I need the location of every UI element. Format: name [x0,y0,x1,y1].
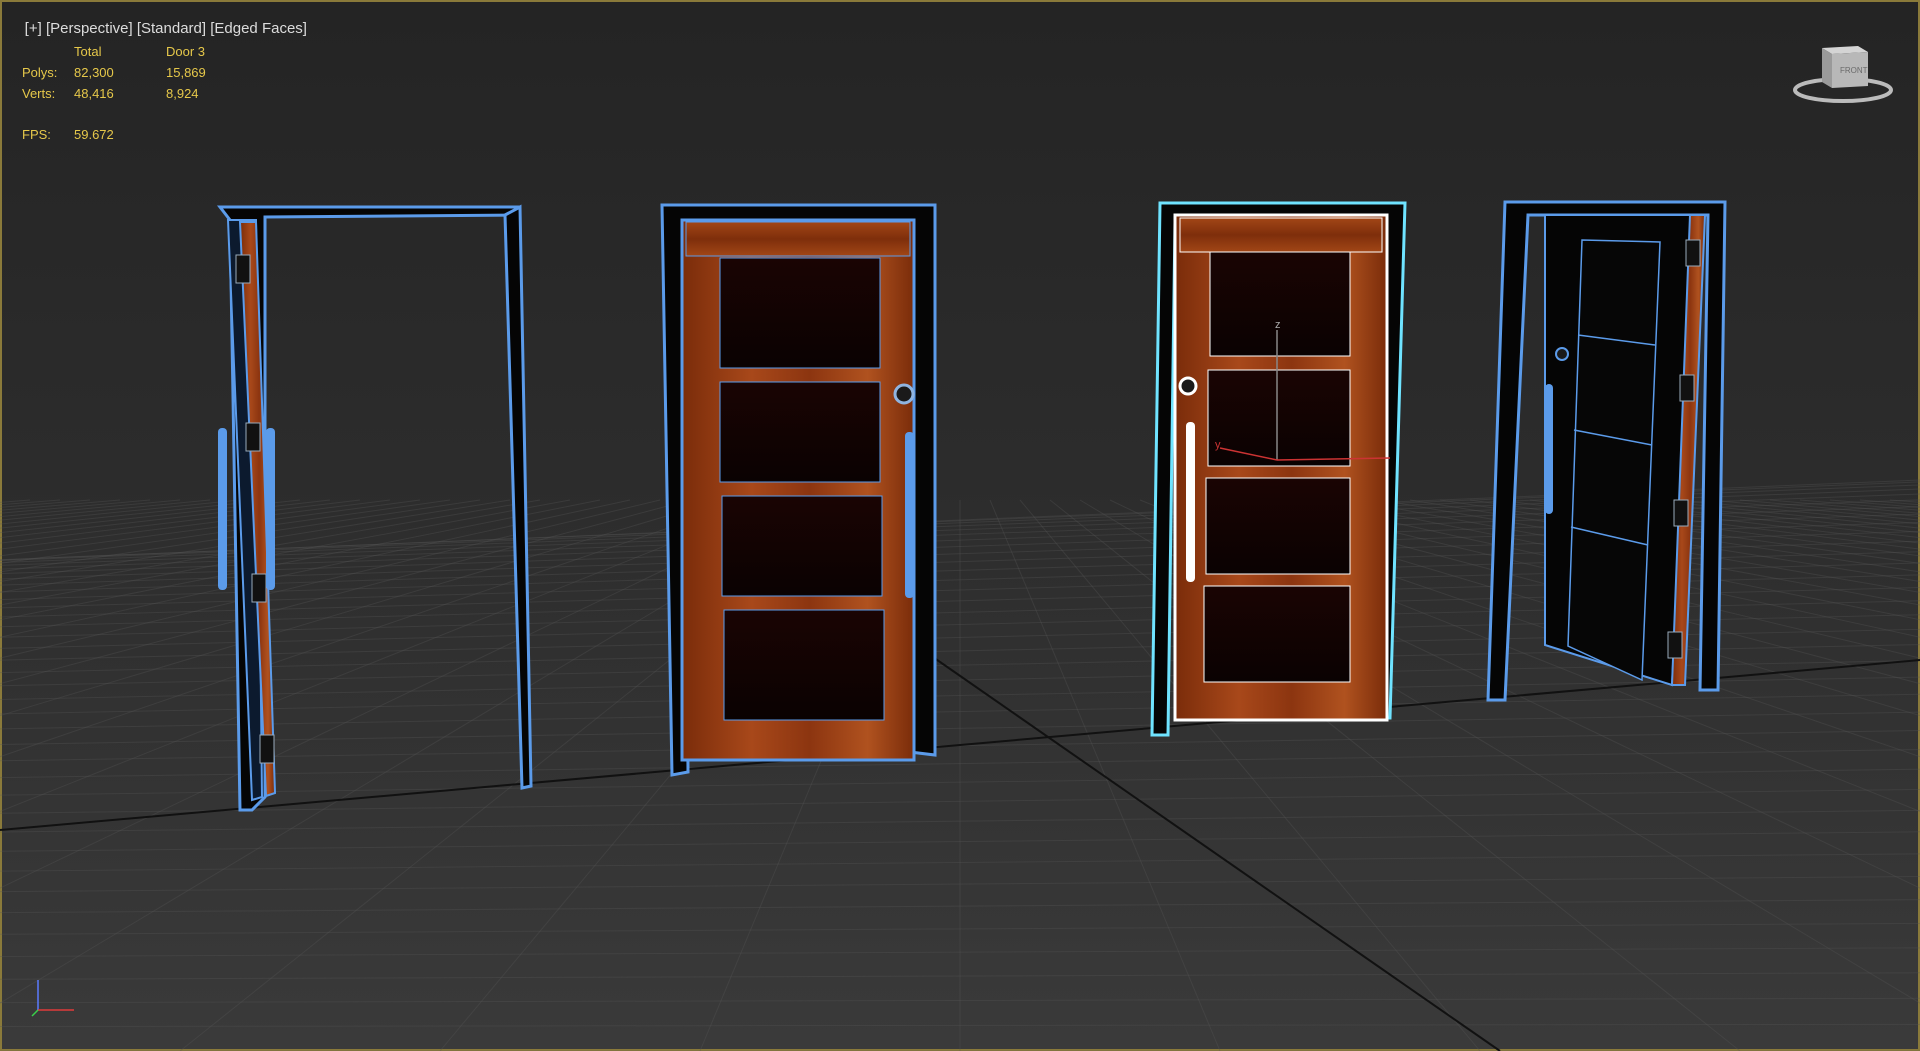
door-1[interactable] [216,204,533,812]
stats-polys-label: Polys: [22,65,58,80]
stats-fps-label: FPS: [22,127,51,142]
door-4[interactable] [1486,200,1727,702]
stats-verts-selected: 8,924 [166,86,199,101]
stats-fps-value: 59.672 [74,127,114,142]
stats-selection-header: Door 3 [166,44,206,59]
viewport-view-menu[interactable]: [Perspective] [46,20,133,37]
viewcube-front-face[interactable] [1822,48,1832,88]
perspective-viewport[interactable]: z y [+] [Perspective] [Standard] [Edged … [0,0,1920,1051]
viewport-menu-plus[interactable]: [+] [25,20,42,37]
gizmo-y-label: y [1215,439,1221,451]
stats-polys-total: 82,300 [74,65,114,80]
scene-canvas[interactable]: z y [0,0,1920,1051]
viewport-shading-edged-faces[interactable]: [Edged Faces] [210,20,307,37]
stats-verts-total: 48,416 [74,86,114,101]
viewport-label: [+] [Perspective] [Standard] [Edged Face… [8,2,307,56]
world-axis-triad [31,980,74,1017]
gizmo-z-label: z [1275,319,1281,331]
stats-polys-selected: 15,869 [166,65,206,80]
viewcube[interactable]: FRONT [1788,40,1898,110]
door-3-selected[interactable]: z y [1150,201,1407,737]
door-2[interactable] [660,203,937,777]
viewcube-front-label: FRONT [1840,66,1868,75]
viewport-shading-standard[interactable]: [Standard] [137,20,206,37]
stats-total-header: Total [74,44,102,59]
stats-verts-label: Verts: [22,86,56,101]
